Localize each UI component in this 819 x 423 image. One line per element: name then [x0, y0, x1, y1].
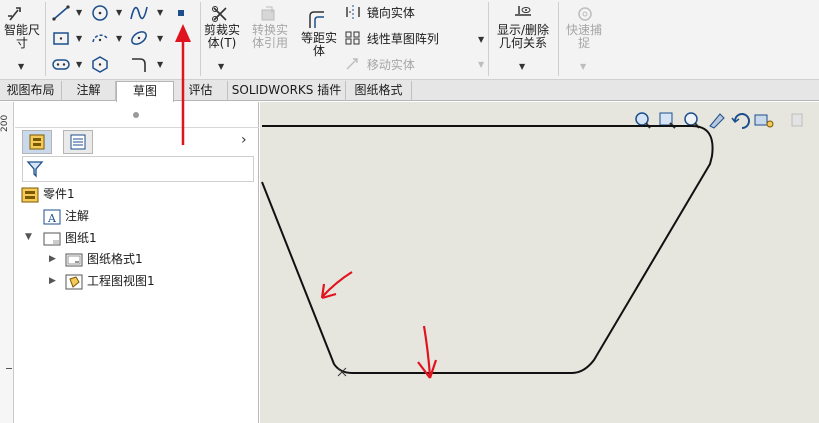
red-arrow-left-icon — [320, 271, 353, 300]
red-arrow-up-icon — [175, 24, 191, 145]
sketch-profile[interactable] — [261, 125, 714, 374]
red-arrow-down-icon — [417, 325, 438, 379]
sketch-overlay — [175, 24, 714, 379]
